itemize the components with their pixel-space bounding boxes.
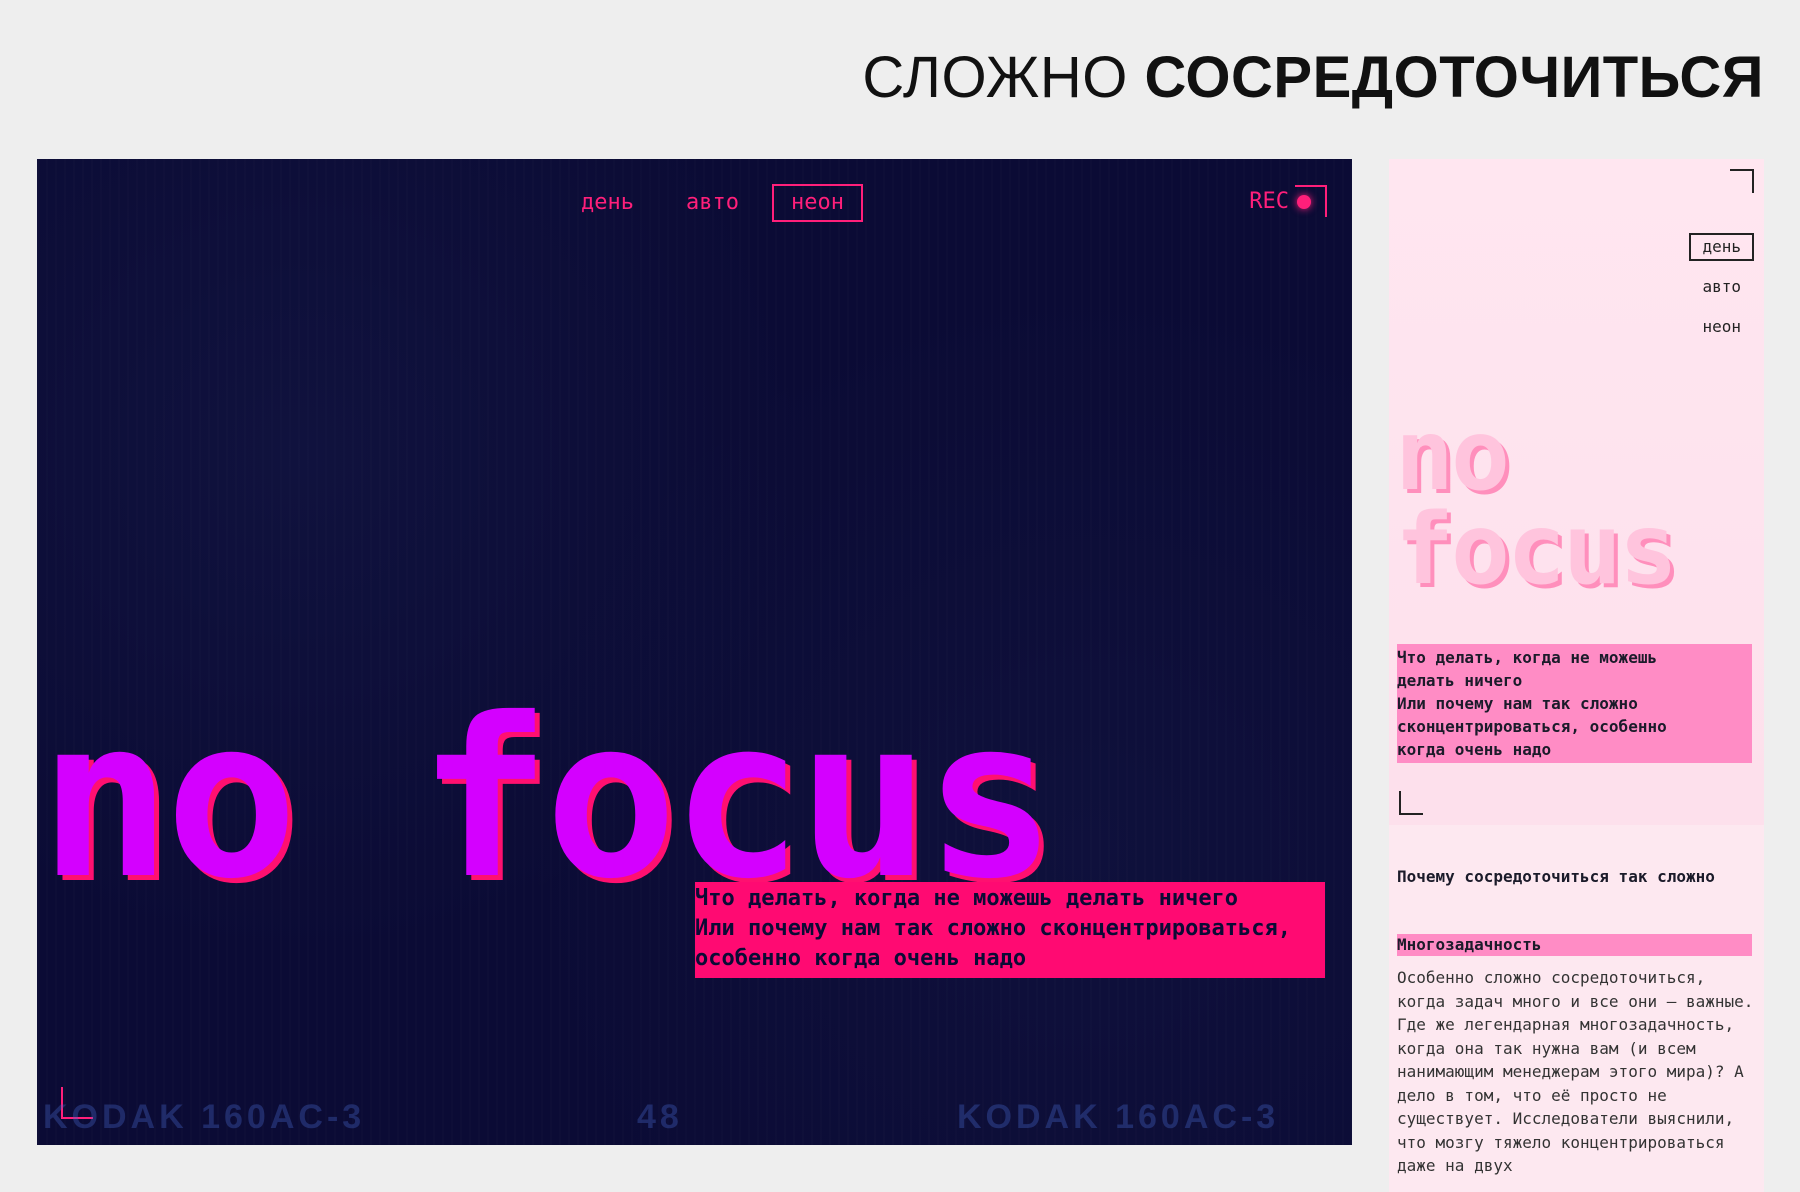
rec-label: REC (1249, 188, 1289, 214)
heading-light: СЛОЖНО (862, 45, 1128, 110)
mode-switcher: день авто неон (562, 184, 877, 222)
heading-bold: СОСРЕДОТОЧИТЬСЯ (1144, 45, 1764, 110)
rec-indicator: REC (1249, 185, 1327, 217)
desktop-preview: день авто неон REC no focus Что делать, … (37, 159, 1352, 1145)
page-heading: СЛОЖНО СОСРЕДОТОЧИТЬСЯ (862, 44, 1764, 111)
title-line: focus (1395, 493, 1678, 607)
section-subhead: Многозадачность (1397, 934, 1752, 956)
callout-line: Что делать, когда не можешь (1397, 648, 1658, 667)
section-title: Почему сосредоточиться так сложно (1397, 867, 1715, 886)
callout-line: Или почему нам так сложно (1397, 694, 1638, 713)
mobile-callout: Что делать, когда не можешь делать ничег… (1397, 644, 1752, 763)
film-mark: KODAK 160AC-3 (43, 1098, 366, 1136)
mode-auto[interactable]: авто (667, 184, 758, 222)
section-body: Особенно сложно сосредоточиться, когда з… (1397, 968, 1754, 1175)
callout-line: делать ничего (1397, 671, 1523, 690)
callout-line: Что делать, когда не можешь делать ничег… (695, 886, 1239, 911)
rec-frame-icon (1295, 185, 1327, 217)
corner-bracket-icon (1399, 791, 1423, 815)
hero-callout: Что делать, когда не можешь делать ничег… (695, 882, 1325, 978)
mobile-hero-title: no focus (1395, 399, 1678, 607)
hero-title: no focus (39, 671, 1057, 927)
callout-line: сконцентрироваться, особенно (1397, 717, 1667, 736)
mobile-mode-switcher: день авто неон (1689, 233, 1754, 353)
corner-bracket-icon (1730, 169, 1754, 193)
mode-auto[interactable]: авто (1689, 273, 1754, 301)
rec-dot-icon (1297, 195, 1311, 209)
mobile-hero: день авто неон no focus Что делать, когд… (1389, 159, 1764, 825)
mobile-preview: день авто неон no focus Что делать, когд… (1389, 159, 1764, 1192)
title-line: no (1395, 399, 1510, 513)
mode-neon[interactable]: неон (1689, 313, 1754, 341)
mode-day[interactable]: день (562, 184, 653, 222)
mode-day[interactable]: день (1689, 233, 1754, 261)
mode-neon[interactable]: неон (771, 184, 863, 222)
callout-line: когда очень надо (1397, 740, 1552, 759)
callout-line: Или почему нам так сложно сконцентрирова… (695, 916, 1292, 941)
film-mark: 48 (637, 1098, 683, 1136)
film-mark: KODAK 160AC-3 (957, 1098, 1280, 1136)
callout-line: особенно когда очень надо (695, 946, 1027, 971)
